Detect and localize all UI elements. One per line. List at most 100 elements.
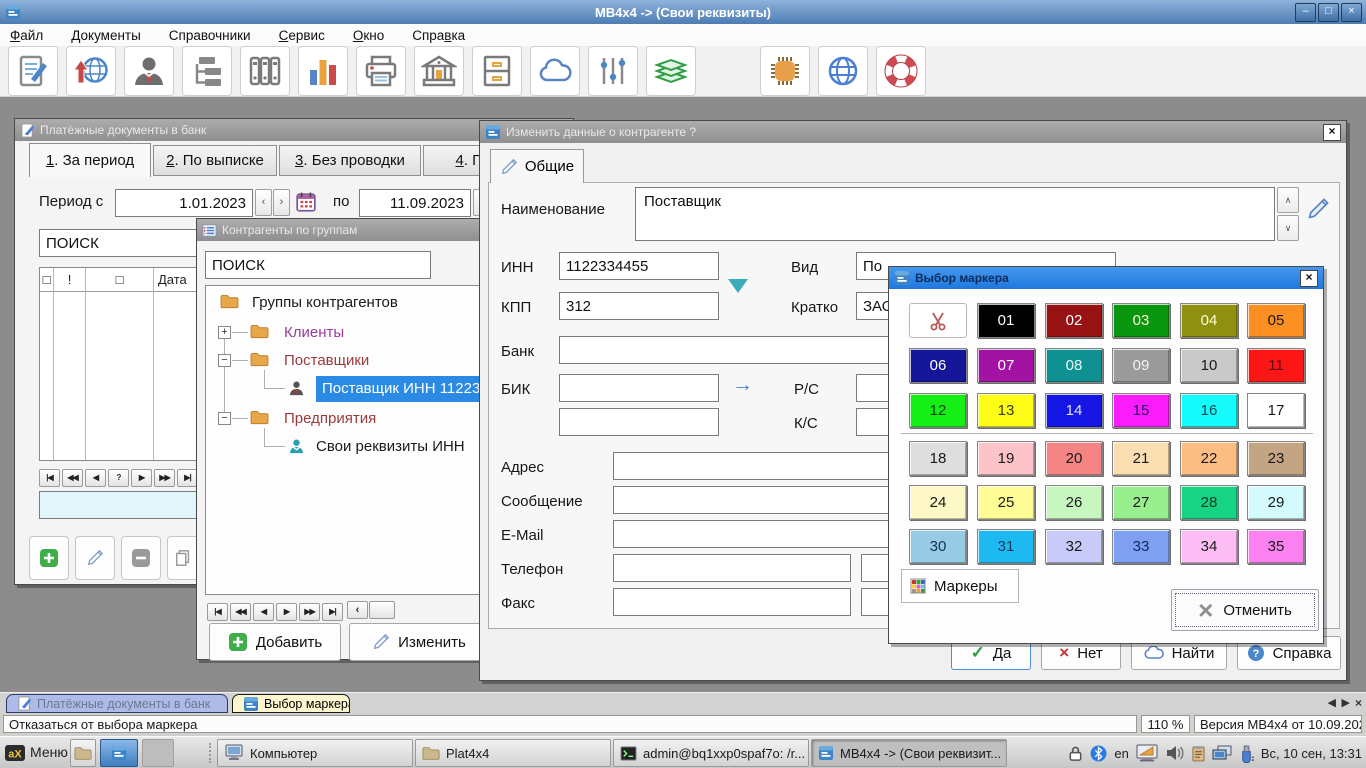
- clock[interactable]: Вс, 10 сен, 13:31: [1261, 746, 1362, 761]
- marker-button-35[interactable]: 35: [1247, 529, 1305, 564]
- globe-upload-icon-button[interactable]: [66, 46, 116, 96]
- marker-button-04[interactable]: 04: [1180, 303, 1238, 338]
- marker-button-05[interactable]: 05: [1247, 303, 1305, 338]
- places-button[interactable]: [70, 739, 96, 767]
- nav-button-2[interactable]: ◀: [85, 469, 106, 487]
- cancel-button[interactable]: × Отменить: [1171, 589, 1319, 631]
- tree-item-4[interactable]: −Предприятия: [206, 406, 518, 432]
- nav-button-6[interactable]: ▶|: [177, 469, 198, 487]
- chip-icon-button[interactable]: [760, 46, 810, 96]
- edit-dialog-titlebar[interactable]: Изменить данные о контрагенте ?: [480, 121, 1346, 143]
- nav-button-4[interactable]: ▶▶: [299, 603, 320, 621]
- groups-search-input[interactable]: [205, 251, 431, 279]
- markers-tab[interactable]: Маркеры: [901, 569, 1019, 603]
- marker-button-31[interactable]: 31: [977, 529, 1035, 564]
- sliders-icon-button[interactable]: [588, 46, 638, 96]
- marker-button-19[interactable]: 19: [977, 441, 1035, 476]
- inn-input[interactable]: [559, 252, 719, 280]
- nav-button-5[interactable]: ▶|: [322, 603, 343, 621]
- clipboard-icon[interactable]: [1192, 745, 1205, 762]
- marker-button-28[interactable]: 28: [1180, 485, 1238, 520]
- tree-item-1[interactable]: +Клиенты: [206, 320, 518, 346]
- payments-tab-2[interactable]: 2. По выписке: [153, 145, 277, 176]
- marker-button-09[interactable]: 09: [1112, 348, 1170, 383]
- marker-button-16[interactable]: 16: [1180, 393, 1238, 428]
- marker-dialog-close-button[interactable]: ×: [1300, 270, 1318, 287]
- printer-icon-button[interactable]: [356, 46, 406, 96]
- tree-expander-1[interactable]: +: [218, 326, 231, 339]
- money-icon-button[interactable]: [646, 46, 696, 96]
- nav-button-0[interactable]: |◀: [39, 469, 60, 487]
- tree-item-2[interactable]: −Поставщики: [206, 348, 518, 374]
- marker-dialog-titlebar[interactable]: Выбор маркера: [889, 267, 1323, 289]
- marker-button-11[interactable]: 11: [1247, 348, 1305, 383]
- period-from-prev-button[interactable]: ‹: [255, 189, 272, 216]
- binders-icon-button[interactable]: [240, 46, 290, 96]
- column-header-0[interactable]: □: [40, 268, 53, 292]
- marker-button-15[interactable]: 15: [1112, 393, 1170, 428]
- marker-button-12[interactable]: 12: [909, 393, 967, 428]
- marker-button-20[interactable]: 20: [1045, 441, 1103, 476]
- bik-corr-input[interactable]: [559, 408, 719, 436]
- usb-icon[interactable]: [1239, 744, 1254, 763]
- marker-button-34[interactable]: 34: [1180, 529, 1238, 564]
- marker-button-27[interactable]: 27: [1112, 485, 1170, 520]
- taskbar-task-2[interactable]: admin@bq1xxp0spaf7o: /r...: [613, 739, 809, 767]
- tree-expander-2[interactable]: −: [218, 354, 231, 367]
- marker-button-14[interactable]: 14: [1045, 393, 1103, 428]
- maximize-button[interactable]: □: [1318, 3, 1339, 22]
- menu-item-3[interactable]: Сервис: [279, 28, 325, 43]
- window-tab-1[interactable]: Выбор маркера: [232, 694, 350, 713]
- name-input[interactable]: Поставщик: [635, 187, 1275, 241]
- menu-item-5[interactable]: Справка: [412, 28, 465, 43]
- menu-item-0[interactable]: Файл: [10, 28, 43, 43]
- name-edit-pencil-icon[interactable]: [1306, 197, 1330, 221]
- marker-button-13[interactable]: 13: [977, 393, 1035, 428]
- bik-input[interactable]: [559, 374, 719, 402]
- marker-button-17[interactable]: 17: [1247, 393, 1305, 428]
- kpp-input[interactable]: [559, 292, 719, 320]
- lock-icon[interactable]: [1068, 745, 1083, 762]
- remove-row-button[interactable]: [121, 536, 161, 580]
- marker-button-23[interactable]: 23: [1247, 441, 1305, 476]
- column-header-2[interactable]: □: [86, 268, 153, 292]
- calendar-icon[interactable]: [295, 191, 317, 213]
- bluetooth-icon[interactable]: [1090, 745, 1107, 762]
- nav-button-4[interactable]: ▶: [131, 469, 152, 487]
- marker-button-21[interactable]: 21: [1112, 441, 1170, 476]
- group-add-button[interactable]: Добавить: [209, 623, 341, 661]
- bank-icon-button[interactable]: [414, 46, 464, 96]
- window-tab-0[interactable]: Платёжные документы в банк: [6, 694, 228, 713]
- marker-button-32[interactable]: 32: [1045, 529, 1103, 564]
- nav-button-5[interactable]: ▶▶: [154, 469, 175, 487]
- tabbar-scroll-left-button[interactable]: ◀: [1328, 696, 1336, 709]
- marker-button-25[interactable]: 25: [977, 485, 1035, 520]
- marker-button-10[interactable]: 10: [1180, 348, 1238, 383]
- speaker-icon[interactable]: [1165, 744, 1185, 762]
- marker-button-29[interactable]: 29: [1247, 485, 1305, 520]
- nav-button-1[interactable]: ◀◀: [230, 603, 251, 621]
- keyboard-layout[interactable]: en: [1114, 746, 1128, 761]
- period-from-input[interactable]: [115, 189, 253, 217]
- nav-button-1[interactable]: ◀◀: [62, 469, 83, 487]
- phone-input[interactable]: [613, 554, 851, 582]
- globe-icon-button[interactable]: [818, 46, 868, 96]
- marker-cut-button[interactable]: [909, 303, 967, 338]
- add-row-button[interactable]: [29, 536, 69, 580]
- tree-expander-4[interactable]: −: [218, 412, 231, 425]
- marker-button-03[interactable]: 03: [1112, 303, 1170, 338]
- nav-button-2[interactable]: ◀: [253, 603, 274, 621]
- marker-button-30[interactable]: 30: [909, 529, 967, 564]
- tree-item-0[interactable]: Группы контрагентов: [206, 290, 518, 316]
- marker-button-08[interactable]: 08: [1045, 348, 1103, 383]
- period-to-input[interactable]: [359, 189, 471, 217]
- main-titlebar[interactable]: МВ4х4 -> (Свои реквизиты) – □ ×: [0, 0, 1366, 24]
- column-header-1[interactable]: !: [54, 268, 85, 292]
- tree-item-3[interactable]: Поставщик ИНН 11223: [206, 376, 518, 402]
- fax-input[interactable]: [613, 588, 851, 616]
- menu-item-1[interactable]: Документы: [71, 28, 141, 43]
- payments-tab-3[interactable]: 3. Без проводки: [279, 145, 421, 176]
- menu-button[interactable]: Меню: [30, 744, 68, 760]
- tab-general[interactable]: Общие: [490, 149, 584, 183]
- blank-button[interactable]: [142, 739, 174, 767]
